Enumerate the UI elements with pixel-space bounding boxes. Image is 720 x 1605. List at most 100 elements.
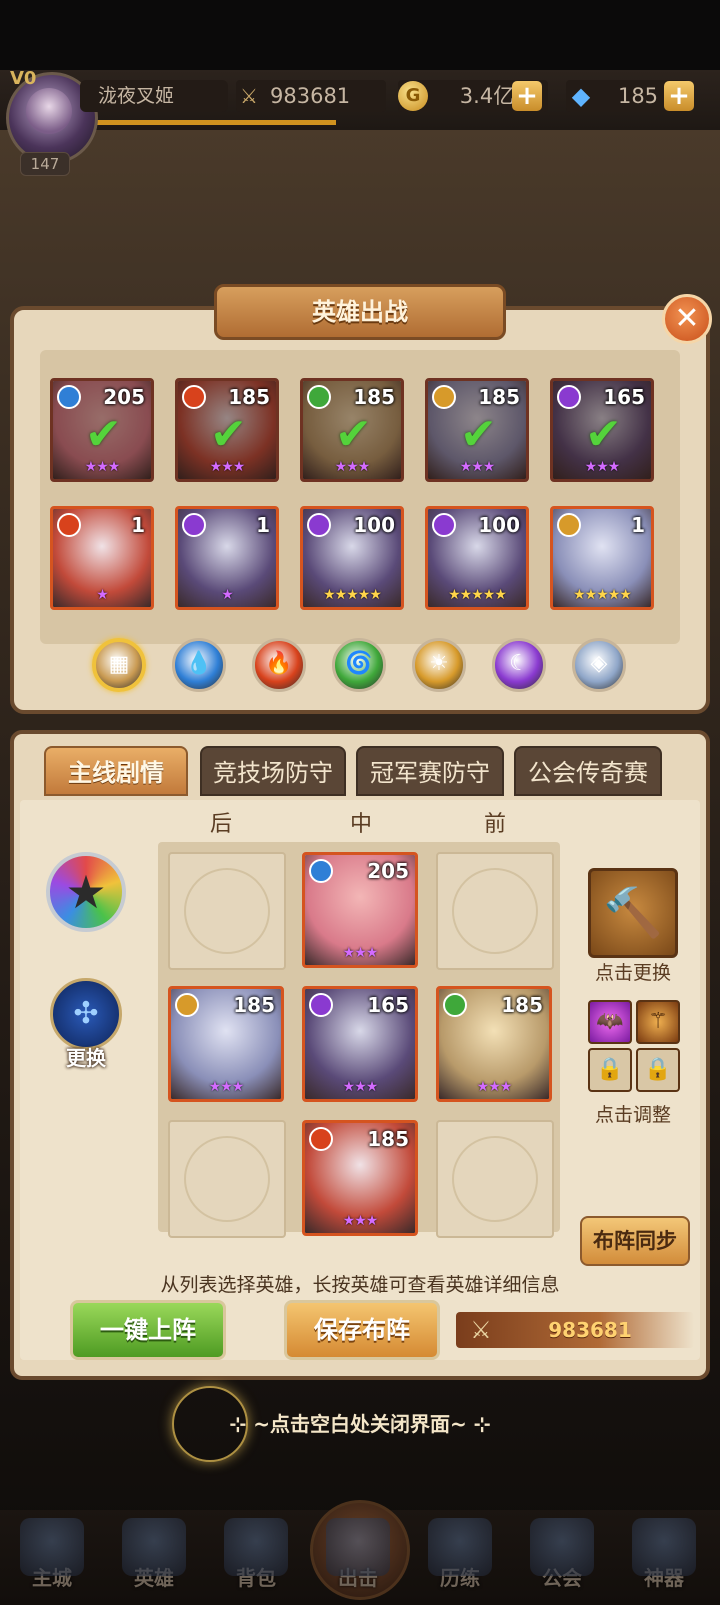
hero-level: 165 bbox=[367, 993, 409, 1017]
auto-deploy-button[interactable]: 一键上阵 bbox=[70, 1300, 226, 1360]
hero-level: 185 bbox=[501, 993, 543, 1017]
tab-champion-defense[interactable]: 冠军赛防守 bbox=[356, 746, 504, 796]
nav-item[interactable]: 历练 bbox=[410, 1518, 510, 1602]
hero-card[interactable]: 100 ★★★★★ bbox=[425, 506, 529, 610]
wind-element-icon bbox=[307, 385, 331, 409]
hero-card[interactable]: 1 ★ bbox=[175, 506, 279, 610]
bat-skill-icon[interactable]: 🦇 bbox=[588, 1000, 632, 1044]
dark-element-icon bbox=[182, 513, 206, 537]
team-power-value: 983681 bbox=[548, 1318, 632, 1342]
formation-sync-button[interactable]: 布阵同步 bbox=[580, 1216, 690, 1266]
hero-card[interactable]: 185 ★★★ ✔ bbox=[300, 378, 404, 482]
nav-icon bbox=[224, 1518, 288, 1576]
star-rating: ★★★★★ bbox=[323, 587, 382, 603]
slot-emblem bbox=[184, 1136, 270, 1222]
hero-level: 185 bbox=[478, 385, 520, 409]
column-middle-label: 中 bbox=[350, 812, 373, 837]
star-rating: ★★★ bbox=[209, 459, 246, 475]
add-gold-button[interactable]: + bbox=[512, 81, 542, 111]
save-formation-button[interactable]: 保存布阵 bbox=[284, 1300, 440, 1360]
formation-hero-slot[interactable]: 185 ★★★ bbox=[302, 1120, 418, 1236]
star-rating: ★★★ bbox=[459, 459, 496, 475]
light-element-icon bbox=[175, 993, 199, 1017]
tab-guild-legend[interactable]: 公会传奇赛 bbox=[514, 746, 662, 796]
empty-formation-slot[interactable] bbox=[168, 1120, 286, 1238]
filter-water-icon[interactable]: 💧 bbox=[172, 638, 226, 692]
trident-skill-icon[interactable]: ⚚ bbox=[636, 1000, 680, 1044]
experience-bar bbox=[96, 120, 336, 125]
weapon-artifact-icon[interactable]: 🔨 bbox=[588, 868, 678, 958]
hero-level: 100 bbox=[353, 513, 395, 537]
star-rating: ★★★ bbox=[342, 1213, 379, 1229]
star-rating: ★★★ bbox=[84, 459, 121, 475]
crossed-swords-icon: ⚔ bbox=[240, 84, 258, 108]
deployed-check-icon: ✔ bbox=[585, 409, 622, 460]
diamond-icon: ◆ bbox=[571, 82, 591, 110]
hero-level: 185 bbox=[353, 385, 395, 409]
nav-item[interactable]: 神器 bbox=[614, 1518, 714, 1602]
hero-level: 205 bbox=[103, 385, 145, 409]
hero-card[interactable]: 1 ★ bbox=[50, 506, 154, 610]
formation-hero-slot[interactable]: 185 ★★★ bbox=[168, 986, 284, 1102]
formation-hero-slot[interactable]: 185 ★★★ bbox=[436, 986, 552, 1102]
dark-element-icon bbox=[309, 993, 333, 1017]
tab-arena-defense[interactable]: 竞技场防守 bbox=[200, 746, 346, 796]
empty-formation-slot[interactable] bbox=[436, 852, 554, 970]
close-button[interactable]: ✕ bbox=[662, 294, 712, 344]
deployed-check-icon: ✔ bbox=[335, 409, 372, 460]
player-name: 泷夜叉姬 bbox=[80, 80, 228, 112]
hero-card[interactable]: 165 ★★★ ✔ bbox=[550, 378, 654, 482]
star-rating: ★★★ bbox=[342, 945, 379, 961]
nav-icon bbox=[632, 1518, 696, 1576]
nav-item[interactable]: 主城 bbox=[2, 1518, 102, 1602]
deployed-check-icon: ✔ bbox=[460, 409, 497, 460]
tab-main-story[interactable]: 主线剧情 bbox=[44, 746, 188, 796]
filter-dark-icon[interactable]: ☾ bbox=[492, 638, 546, 692]
star-rating: ★ bbox=[96, 587, 109, 603]
star-rating: ★★★★★ bbox=[448, 587, 507, 603]
dark-element-icon bbox=[307, 513, 331, 537]
filter-wind-icon[interactable]: 🌀 bbox=[332, 638, 386, 692]
nav-icon bbox=[428, 1518, 492, 1576]
hero-card[interactable]: 100 ★★★★★ bbox=[300, 506, 404, 610]
dark-element-icon bbox=[557, 385, 581, 409]
nav-icon bbox=[122, 1518, 186, 1576]
dialog-title: 英雄出战 bbox=[214, 284, 506, 340]
crossed-swords-icon: ⚔ bbox=[470, 1316, 492, 1344]
formation-hero-slot[interactable]: 165 ★★★ bbox=[302, 986, 418, 1102]
filter-special-icon[interactable]: ◈ bbox=[572, 638, 626, 692]
empty-formation-slot[interactable] bbox=[168, 852, 286, 970]
hero-level: 1 bbox=[631, 513, 645, 537]
empty-formation-slot[interactable] bbox=[436, 1120, 554, 1238]
star-rating: ★★★ bbox=[334, 459, 371, 475]
star-rating: ★ bbox=[221, 587, 234, 603]
column-back-label: 后 bbox=[210, 812, 233, 837]
star-rating: ★★★★★ bbox=[573, 587, 632, 603]
nav-item[interactable]: 出击 bbox=[308, 1518, 408, 1602]
filter-fire-icon[interactable]: 🔥 bbox=[252, 638, 306, 692]
close-hint[interactable]: ⊹ ~点击空白处关闭界面~ ⊹ bbox=[0, 1408, 720, 1437]
filter-all-icon[interactable]: ▦ bbox=[92, 638, 146, 692]
nav-item[interactable]: 英雄 bbox=[104, 1518, 204, 1602]
skill-adjust-label: 点击调整 bbox=[594, 1104, 671, 1126]
lock-icon: 🔒 bbox=[636, 1048, 680, 1092]
vip-level: V0 bbox=[10, 68, 37, 89]
hero-card[interactable]: 205 ★★★ ✔ bbox=[50, 378, 154, 482]
pentagram-formation-icon[interactable]: ★ bbox=[46, 852, 126, 932]
instruction-hint: 从列表选择英雄，长按英雄可查看英雄详细信息 bbox=[160, 1274, 560, 1296]
nav-item[interactable]: 公会 bbox=[512, 1518, 612, 1602]
hero-card[interactable]: 1 ★★★★★ bbox=[550, 506, 654, 610]
deployed-check-icon: ✔ bbox=[210, 409, 247, 460]
light-element-icon bbox=[432, 385, 456, 409]
fire-element-icon bbox=[57, 513, 81, 537]
nav-item[interactable]: 背包 bbox=[206, 1518, 306, 1602]
filter-light-icon[interactable]: ☀ bbox=[412, 638, 466, 692]
add-gems-button[interactable]: + bbox=[664, 81, 694, 111]
hero-card[interactable]: 185 ★★★ ✔ bbox=[175, 378, 279, 482]
light-element-icon bbox=[557, 513, 581, 537]
hero-card[interactable]: 185 ★★★ ✔ bbox=[425, 378, 529, 482]
formation-swap-icon[interactable]: ✣ bbox=[50, 978, 122, 1050]
formation-swap-label: 更换 bbox=[66, 1046, 106, 1070]
formation-hero-slot[interactable]: 205 ★★★ bbox=[302, 852, 418, 968]
slot-emblem bbox=[452, 1136, 538, 1222]
